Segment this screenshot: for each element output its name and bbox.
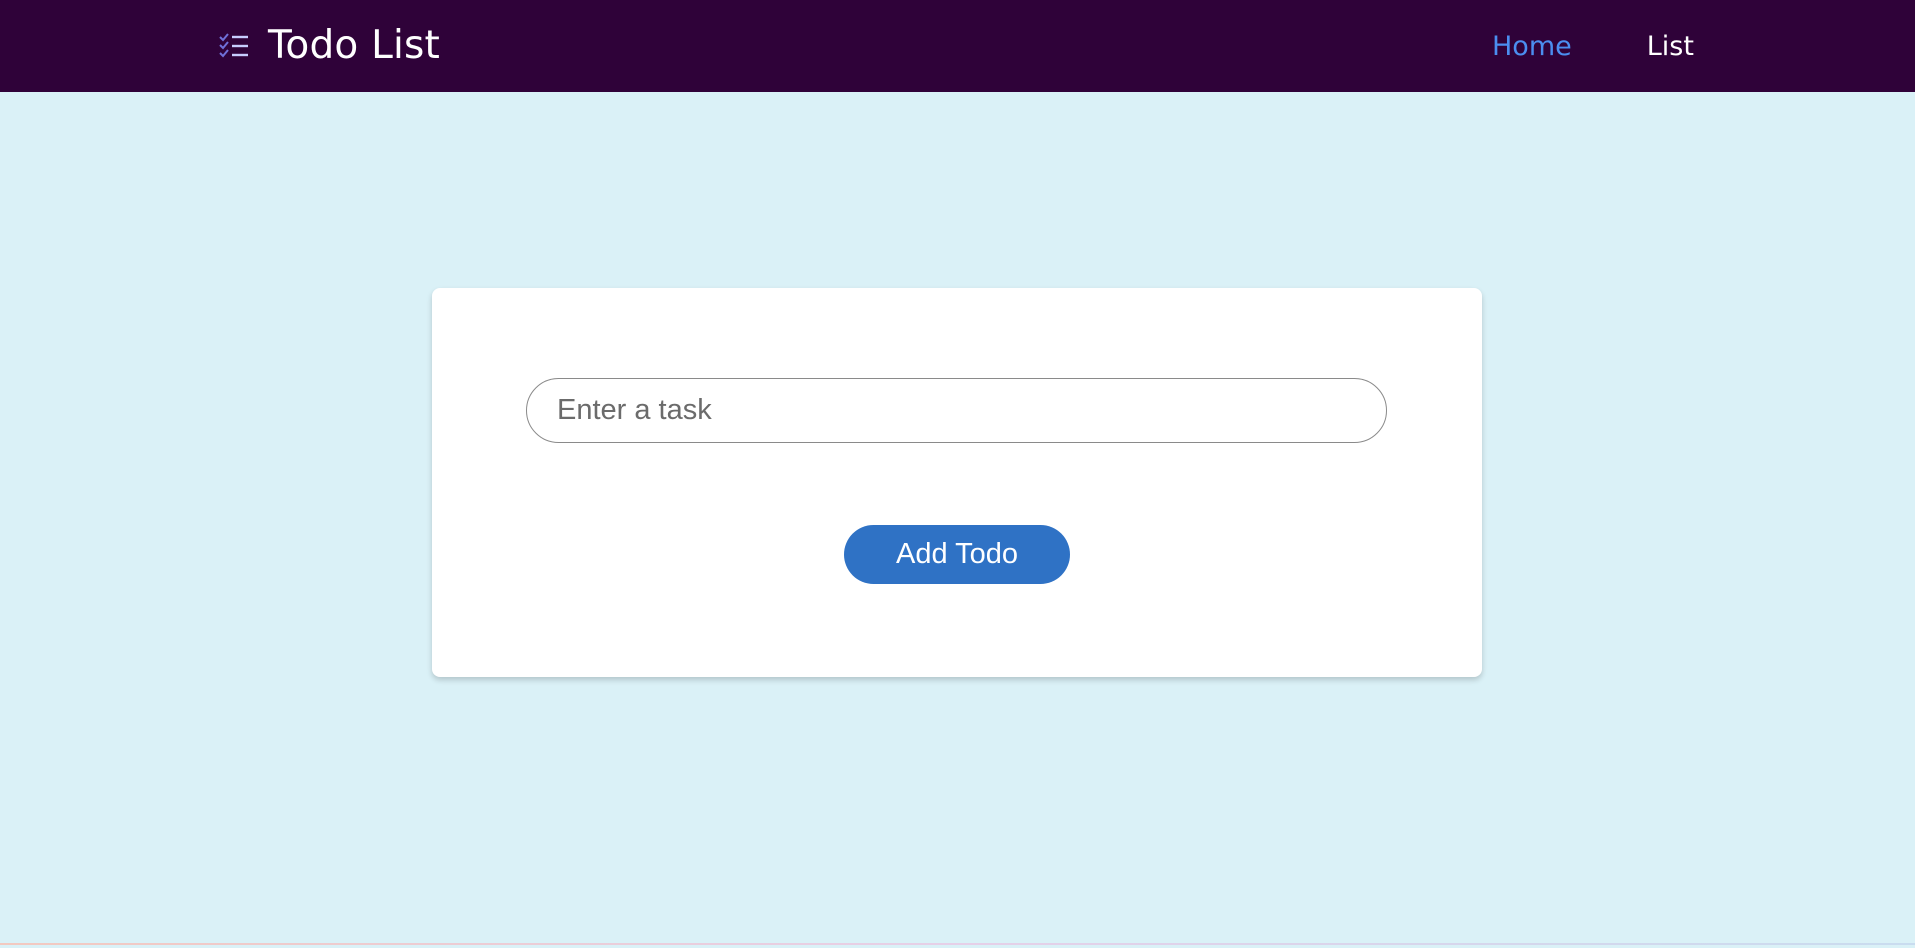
task-input[interactable] [526,378,1387,443]
todo-form-card: Add Todo [432,288,1482,677]
checklist-icon [218,30,250,62]
navbar: Todo List Home List [0,0,1915,92]
nav-link-home[interactable]: Home [1492,28,1572,66]
add-todo-button[interactable]: Add Todo [844,525,1070,584]
brand-link[interactable]: Todo List [218,22,440,70]
nav-link-list[interactable]: List [1647,28,1694,66]
app-title: Todo List [268,23,441,68]
bottom-divider [0,943,1915,945]
nav-links: Home List [1492,28,1694,66]
